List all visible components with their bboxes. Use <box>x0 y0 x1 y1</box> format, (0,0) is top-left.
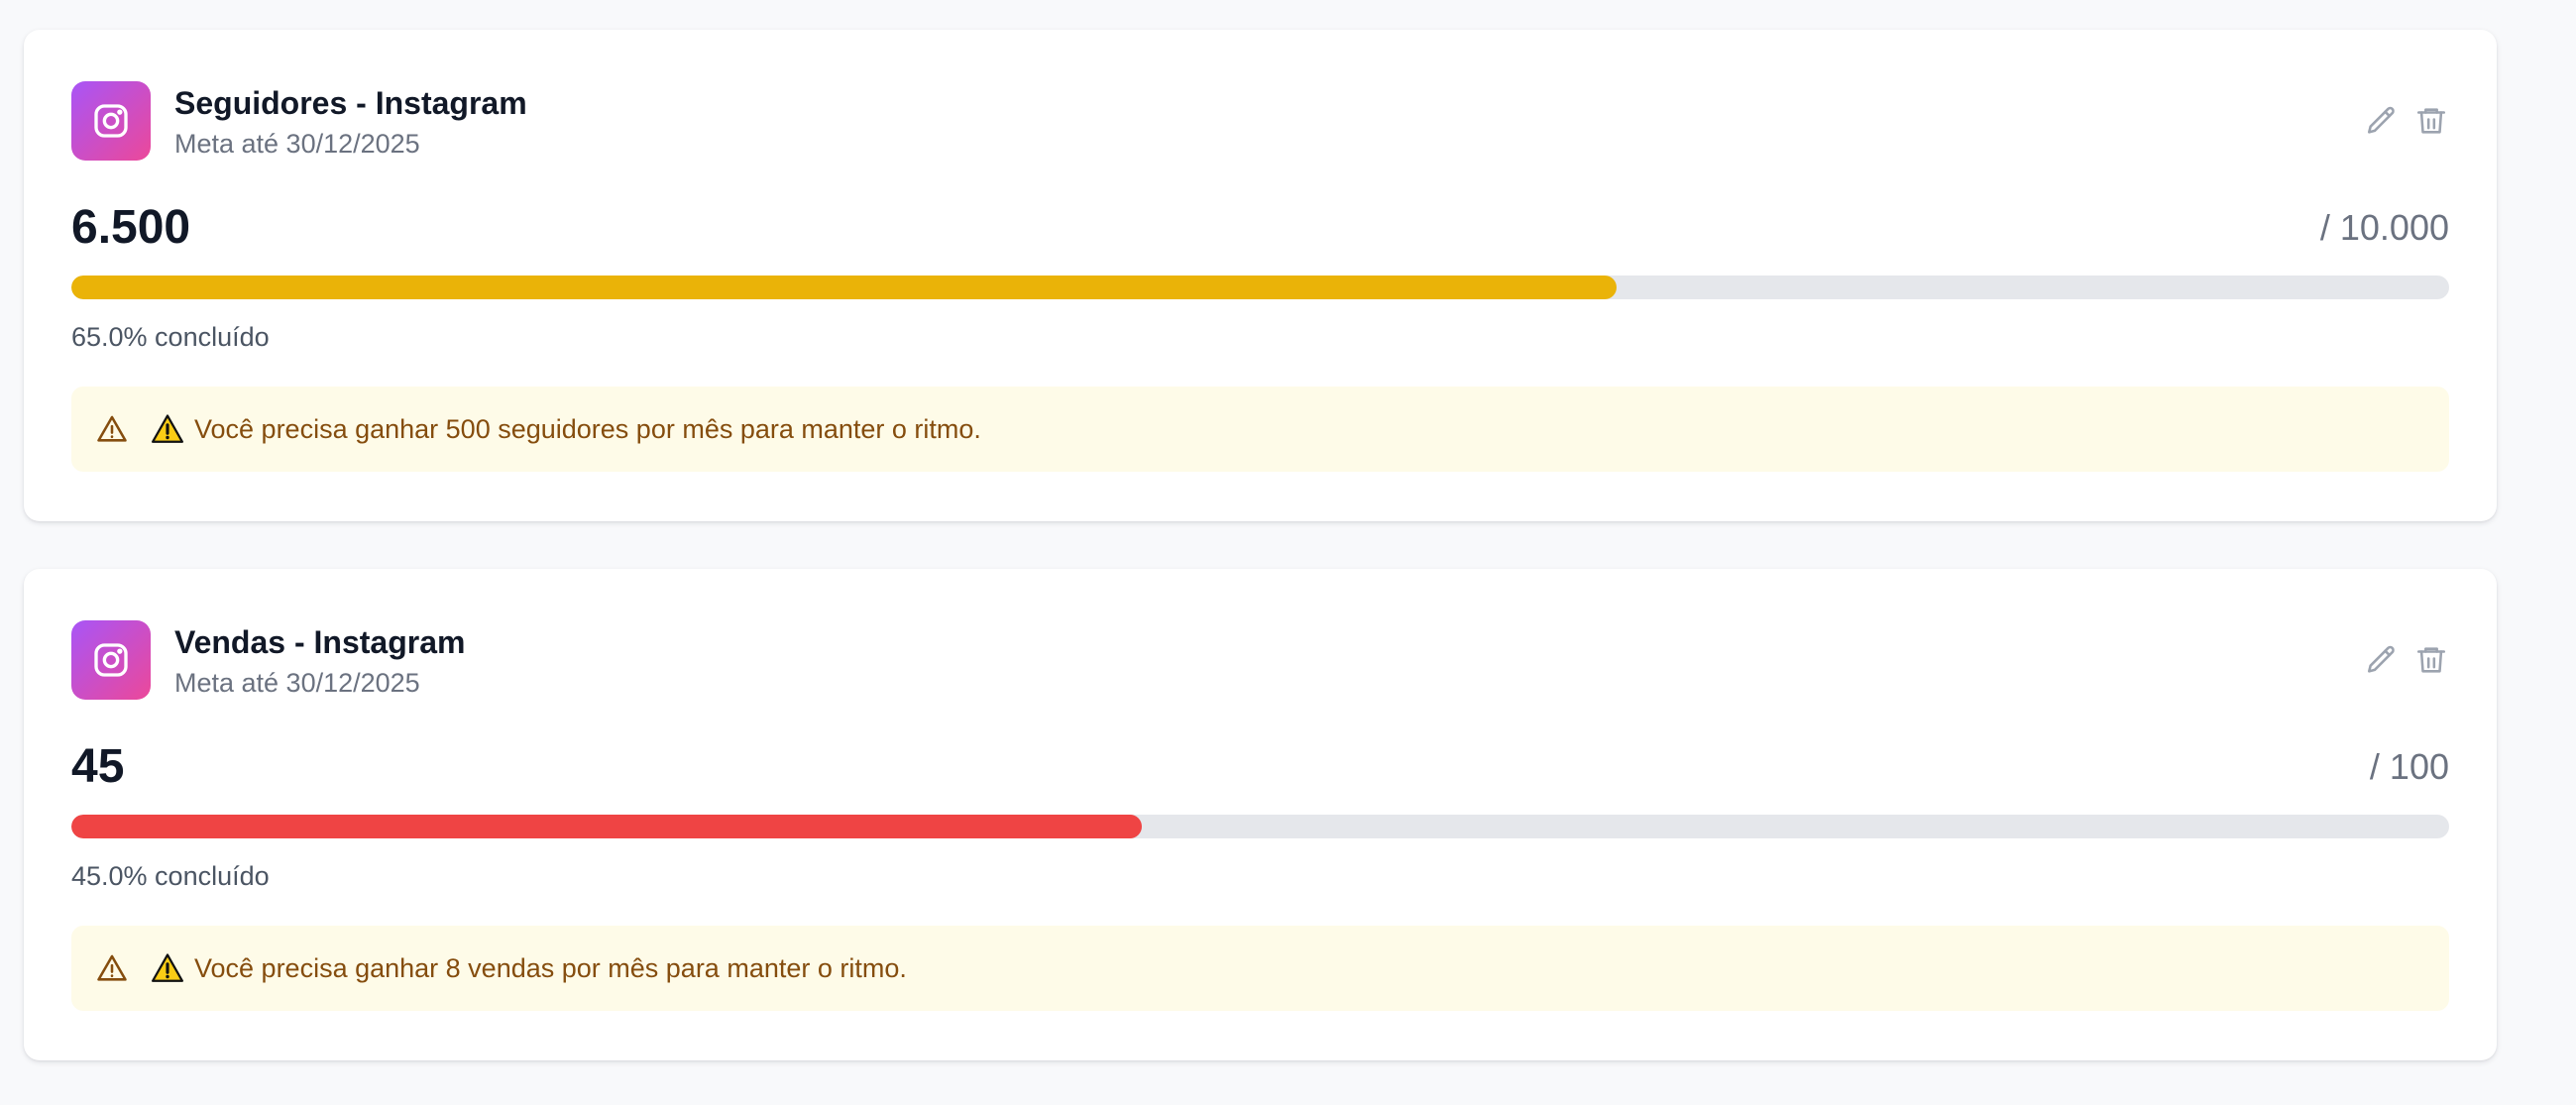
goal-card-header: Seguidores - Instagram Meta até 30/12/20… <box>71 81 2449 161</box>
goal-title: Vendas - Instagram <box>174 624 466 660</box>
goal-current-value: 6.500 <box>71 201 191 254</box>
pace-alert-text: Você precisa ganhar 500 seguidores por m… <box>194 413 981 444</box>
goal-card: Seguidores - Instagram Meta até 30/12/20… <box>24 30 2497 521</box>
instagram-icon <box>71 81 151 161</box>
edit-goal-button[interactable] <box>2364 103 2400 139</box>
progress-track <box>71 276 2449 299</box>
instagram-icon <box>71 620 151 700</box>
goal-actions <box>2364 642 2449 678</box>
goal-current-value: 45 <box>71 740 125 793</box>
goal-deadline: Meta até 30/12/2025 <box>174 129 420 159</box>
goal-target-value: / 100 <box>2369 746 2449 787</box>
warning-outline-icon <box>95 951 129 985</box>
progress-percent-label: 45.0% concluído <box>71 861 270 891</box>
progress-fill <box>71 276 1618 299</box>
delete-goal-button[interactable] <box>2413 103 2449 139</box>
trash-icon <box>2416 108 2446 134</box>
warning-outline-icon <box>95 412 129 446</box>
warning-emoji-icon <box>151 951 184 985</box>
goal-card: Vendas - Instagram Meta até 30/12/2025 4… <box>24 569 2497 1060</box>
goal-card-header: Vendas - Instagram Meta até 30/12/2025 <box>71 620 2449 700</box>
progress-percent-label: 65.0% concluído <box>71 322 270 352</box>
trash-icon <box>2416 647 2446 673</box>
pencil-icon <box>2367 645 2395 673</box>
pencil-icon <box>2367 106 2395 134</box>
pace-alert: Você precisa ganhar 500 seguidores por m… <box>71 387 2449 472</box>
progress-track <box>71 815 2449 838</box>
pace-alert-text: Você precisa ganhar 8 vendas por mês par… <box>194 952 907 983</box>
goal-target-value: / 10.000 <box>2319 207 2449 248</box>
goal-title: Seguidores - Instagram <box>174 85 527 121</box>
goals-page: Seguidores - Instagram Meta até 30/12/20… <box>0 0 2576 1105</box>
pace-alert: Você precisa ganhar 8 vendas por mês par… <box>71 926 2449 1011</box>
warning-emoji-icon <box>151 412 184 446</box>
goal-actions <box>2364 103 2449 139</box>
edit-goal-button[interactable] <box>2364 642 2400 678</box>
progress-fill <box>71 815 1142 838</box>
delete-goal-button[interactable] <box>2413 642 2449 678</box>
goal-deadline: Meta até 30/12/2025 <box>174 668 420 698</box>
